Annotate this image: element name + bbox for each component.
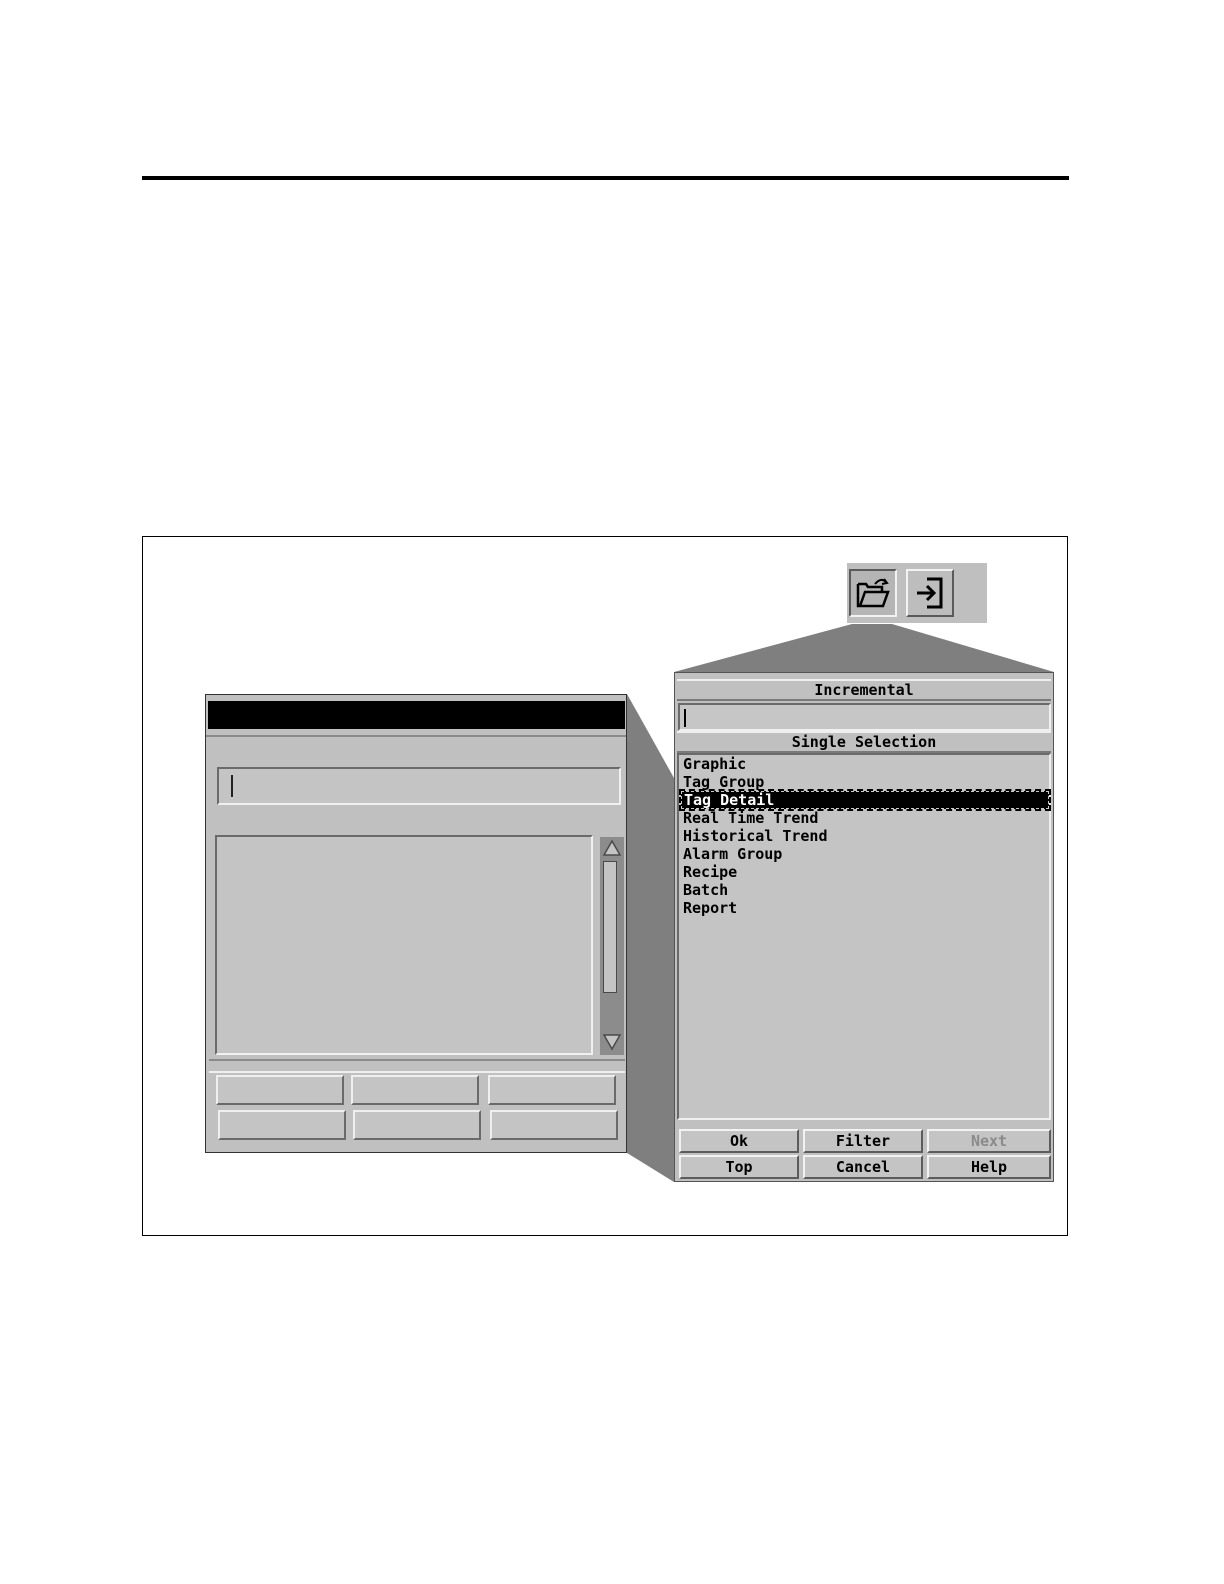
- folder-open-icon: [856, 578, 890, 608]
- scroll-thumb[interactable]: [603, 861, 617, 993]
- next-button[interactable]: Next: [927, 1129, 1051, 1153]
- cancel-button[interactable]: Cancel: [803, 1155, 923, 1179]
- open-button[interactable]: [849, 569, 897, 617]
- list-item-alarm-group[interactable]: Alarm Group: [681, 845, 1049, 863]
- login-arrow-icon: [917, 577, 943, 609]
- toolbar: [847, 563, 987, 623]
- single-selection-label: Single Selection: [677, 731, 1051, 753]
- dialog-list-box[interactable]: [215, 835, 593, 1055]
- filter-button[interactable]: Filter: [803, 1129, 923, 1153]
- text-caret: [684, 709, 686, 727]
- scroll-down-icon[interactable]: [602, 1033, 622, 1051]
- list-item-report[interactable]: Report: [681, 899, 1049, 917]
- list-item-tag-group[interactable]: Tag Group: [681, 773, 1049, 791]
- button-separator: [209, 1059, 625, 1073]
- list-item-real-time-trend[interactable]: Real Time Trend: [681, 809, 1049, 827]
- button-row-2: Top Cancel Help: [677, 1155, 1051, 1181]
- selection-list[interactable]: Graphic Tag Group Tag Detail Real Time T…: [677, 753, 1051, 1120]
- dialog-button-1[interactable]: [216, 1075, 344, 1105]
- dialog-button-5[interactable]: [353, 1110, 481, 1140]
- list-item-tag-detail[interactable]: Tag Detail: [679, 789, 1051, 811]
- list-item-graphic[interactable]: Graphic: [681, 755, 1049, 773]
- list-item-recipe[interactable]: Recipe: [681, 863, 1049, 881]
- list-item-historical-trend[interactable]: Historical Trend: [681, 827, 1049, 845]
- dialog-button-6[interactable]: [490, 1110, 618, 1140]
- select-dialog: Incremental Single Selection Graphic Tag…: [674, 672, 1054, 1182]
- login-button[interactable]: [906, 569, 954, 617]
- dialog-input-field[interactable]: [217, 767, 621, 805]
- incremental-label: Incremental: [677, 679, 1051, 701]
- scroll-up-icon[interactable]: [602, 839, 622, 857]
- incremental-search-input[interactable]: [678, 703, 1051, 731]
- dialog-button-4[interactable]: [218, 1110, 346, 1140]
- help-button[interactable]: Help: [927, 1155, 1051, 1179]
- dialog-title-bar[interactable]: [208, 701, 625, 729]
- title-separator: [206, 735, 626, 737]
- list-item-batch[interactable]: Batch: [681, 881, 1049, 899]
- text-caret: [231, 775, 233, 797]
- top-button[interactable]: Top: [679, 1155, 799, 1179]
- ok-button[interactable]: Ok: [679, 1129, 799, 1153]
- top-rule: [142, 176, 1069, 180]
- dialog-button-2[interactable]: [351, 1075, 479, 1105]
- dialog-button-3[interactable]: [488, 1075, 616, 1105]
- button-row-1: Ok Filter Next: [677, 1129, 1051, 1155]
- generic-dialog: [205, 694, 627, 1153]
- list-scrollbar[interactable]: [600, 837, 624, 1055]
